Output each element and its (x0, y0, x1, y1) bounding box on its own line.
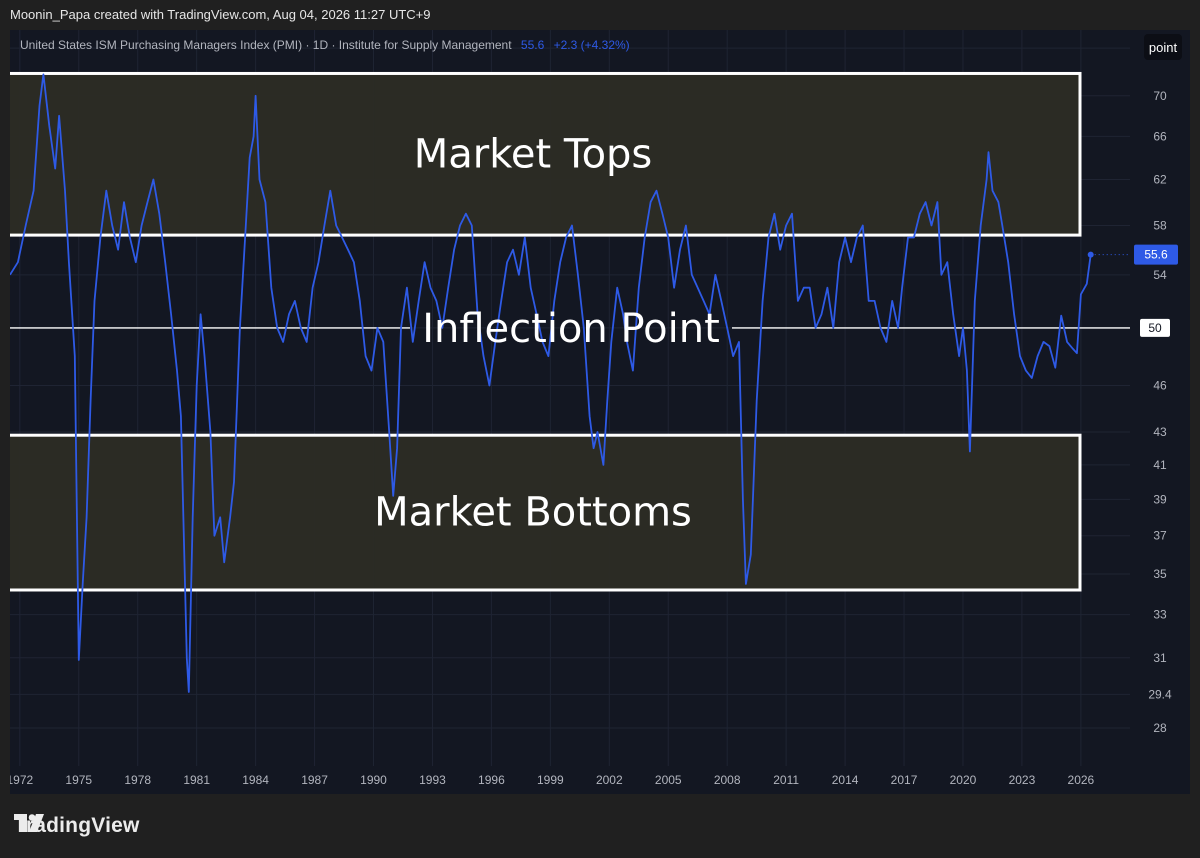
y-tick-label: 37 (1153, 529, 1167, 543)
chart-credit: Moonin_Papa created with TradingView.com… (10, 7, 431, 22)
x-tick-label: 1996 (478, 773, 505, 787)
x-tick-label: 1990 (360, 773, 387, 787)
y-tick-label: 28 (1153, 721, 1167, 735)
y-tick-label: 39 (1153, 492, 1167, 506)
x-tick-label: 1981 (183, 773, 210, 787)
y-tick-label: 58 (1153, 219, 1167, 233)
x-tick-label: 2002 (596, 773, 623, 787)
x-tick-label: 2005 (655, 773, 682, 787)
zone-label: Market Bottoms (374, 490, 692, 536)
y-tick-label: 33 (1153, 608, 1167, 622)
tradingview-logo[interactable]: TradingView (14, 814, 140, 838)
x-tick-label: 2026 (1068, 773, 1095, 787)
y-tick-label: 54 (1153, 268, 1167, 282)
series-last-value: 55.6 (520, 38, 545, 52)
inflection-point-label: Inflection Point (422, 306, 720, 352)
x-tick-label: 1978 (124, 773, 151, 787)
y-tick-label: 43 (1153, 425, 1167, 439)
chart-canvas[interactable]: Market Tops Market Bottoms Inflection Poin… (10, 30, 1190, 794)
reference-value-label: 50 (1148, 321, 1162, 335)
x-tick-label: 2017 (891, 773, 918, 787)
unit-toggle-button[interactable]: point (1144, 34, 1182, 60)
x-tick-label: 2023 (1009, 773, 1036, 787)
x-tick-label: 2014 (832, 773, 859, 787)
x-tick-label: 2008 (714, 773, 741, 787)
y-tick-label: 29.4 (1148, 687, 1172, 701)
y-tick-label: 66 (1153, 129, 1167, 143)
y-tick-label: 35 (1153, 567, 1167, 581)
tradingview-icon (14, 814, 44, 832)
last-point-marker (1087, 251, 1094, 258)
y-tick-label: 41 (1153, 458, 1167, 472)
x-tick-label: 1999 (537, 773, 564, 787)
series-title: United States ISM Purchasing Managers In… (20, 38, 512, 52)
x-tick-label: 2020 (950, 773, 977, 787)
last-value-label: 55.6 (1144, 248, 1168, 262)
x-tick-label: 1984 (242, 773, 269, 787)
zone-label: Market Tops (414, 131, 653, 177)
y-tick-label: 70 (1153, 89, 1167, 103)
x-tick-label: 1975 (65, 773, 92, 787)
y-tick-label: 62 (1153, 173, 1167, 187)
x-tick-label: 1987 (301, 773, 328, 787)
series-legend[interactable]: United States ISM Purchasing Managers In… (20, 38, 630, 52)
x-tick-label: 1972 (10, 773, 33, 787)
series-change: +2.3 (+4.32%) (553, 38, 630, 52)
chart-panel[interactable]: Market Tops Market Bottoms Inflection Poin… (10, 30, 1190, 794)
x-tick-label: 1993 (419, 773, 446, 787)
x-tick-label: 2011 (773, 773, 799, 787)
y-tick-label: 46 (1153, 378, 1167, 392)
y-tick-label: 31 (1153, 651, 1167, 665)
